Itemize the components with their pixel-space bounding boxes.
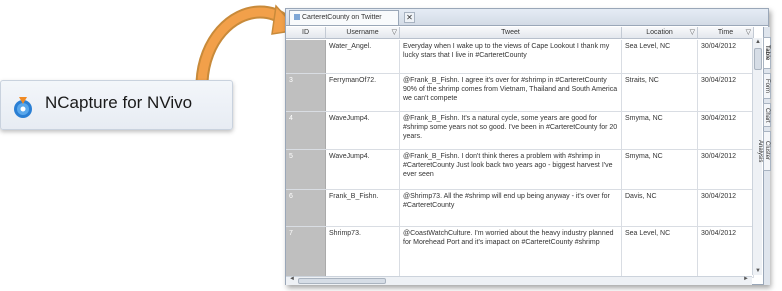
cell-location[interactable]: Smyma, NC <box>622 112 698 149</box>
column-header-username-label: Username <box>346 29 379 36</box>
column-header-id[interactable]: ID <box>286 27 326 39</box>
ncapture-icon <box>14 97 32 118</box>
filter-icon[interactable]: ▽ <box>392 27 397 39</box>
column-header-time-label: Time <box>717 29 734 36</box>
table-row[interactable]: 6 Frank_B_Fishn. @Shrimp73. All the #shrim… <box>286 190 754 227</box>
filter-icon[interactable]: ▽ <box>746 27 751 39</box>
cell-tweet[interactable]: Everyday when I wake up to the views of … <box>400 40 622 73</box>
cell-id[interactable]: 6 <box>286 190 326 226</box>
tab-carteret-county-twitter[interactable]: CarteretCounty on Twitter <box>289 10 399 25</box>
table-row[interactable]: 5 WaveJump4. @Frank_B_Fishn. I don't think… <box>286 150 754 190</box>
dataset-grid: ID Username ▽ Tweet Location ▽ Time ▽ Water… <box>286 27 754 278</box>
cell-username[interactable]: WaveJump4. <box>326 112 400 149</box>
cell-id[interactable]: 7 <box>286 227 326 277</box>
cell-id[interactable]: 4 <box>286 112 326 149</box>
cell-username[interactable]: Frank_B_Fishn. <box>326 190 400 226</box>
horizontal-scrollbar[interactable]: ◄ ► <box>286 276 752 285</box>
cell-id[interactable]: 3 <box>286 74 326 111</box>
cell-username[interactable]: Water_Angel. <box>326 40 400 73</box>
cell-location[interactable]: Davis, NC <box>622 190 698 226</box>
cell-time[interactable]: 30/04/2012 <box>698 190 754 226</box>
screenshot-stage: NCapture for NVivo CarteretCounty on Twi… <box>0 0 782 291</box>
cell-location[interactable]: Sea Level, NC <box>622 40 698 73</box>
curved-arrow-icon <box>195 4 300 89</box>
column-header-location-label: Location <box>646 29 673 36</box>
cell-tweet[interactable]: @Frank_B_Fishn. It's a natural cycle, so… <box>400 112 622 149</box>
cell-tweet[interactable]: @CoastWatchCulture. I'm worried about th… <box>400 227 622 277</box>
table-row[interactable]: 4 WaveJump4. @Frank_B_Fishn. It's a natura… <box>286 112 754 150</box>
document-tab-bar: CarteretCounty on Twitter ✕ <box>286 9 768 26</box>
cell-time[interactable]: 30/04/2012 <box>698 112 754 149</box>
scroll-left-icon[interactable]: ◄ <box>289 276 295 282</box>
cell-username[interactable]: WaveJump4. <box>326 150 400 189</box>
cell-tweet[interactable]: @Frank_B_Fishn. I agree it's over for #s… <box>400 74 622 111</box>
tab-label: CarteretCounty on Twitter <box>302 14 382 21</box>
scroll-down-icon[interactable]: ▼ <box>754 268 762 274</box>
table-row[interactable]: Water_Angel. Everyday when I wake up to t… <box>286 40 754 74</box>
cell-tweet[interactable]: @Shrimp73. All the #shrimp will end up b… <box>400 190 622 226</box>
side-tab-chart[interactable]: Chart <box>763 103 771 127</box>
cell-username[interactable]: FerrymanOf72. <box>326 74 400 111</box>
side-tab-form[interactable]: Form <box>763 73 771 99</box>
cell-username[interactable]: Shrimp73. <box>326 227 400 277</box>
table-row[interactable]: 3 FerrymanOf72. @Frank_B_Fishn. I agree it… <box>286 74 754 112</box>
ncapture-label: NCapture for NVivo <box>45 93 193 112</box>
cell-time[interactable]: 30/04/2012 <box>698 40 754 73</box>
side-tab-table[interactable]: Table <box>763 37 771 69</box>
column-header-tweet-label: Tweet <box>501 29 520 36</box>
scroll-thumb[interactable] <box>298 278 386 284</box>
column-header-location[interactable]: Location ▽ <box>622 27 698 39</box>
cell-tweet[interactable]: @Frank_B_Fishn. I don't think theres a p… <box>400 150 622 189</box>
column-header-time[interactable]: Time ▽ <box>698 27 754 39</box>
ncapture-button[interactable]: NCapture for NVivo <box>0 80 233 130</box>
cell-time[interactable]: 30/04/2012 <box>698 150 754 189</box>
scroll-right-icon[interactable]: ► <box>743 276 749 282</box>
scroll-up-icon[interactable]: ▲ <box>754 39 762 45</box>
cell-location[interactable]: Sea Level, NC <box>622 227 698 277</box>
dataset-icon <box>294 14 300 20</box>
column-header-tweet[interactable]: Tweet <box>400 27 622 39</box>
view-tabs: Table Form Chart Cluster Analysis <box>757 27 771 285</box>
cell-time[interactable]: 30/04/2012 <box>698 74 754 111</box>
filter-icon[interactable]: ▽ <box>690 27 695 39</box>
dataset-window: CarteretCounty on Twitter ✕ ID Username ▽… <box>285 8 771 285</box>
cell-location[interactable]: Smyma, NC <box>622 150 698 189</box>
close-icon[interactable]: ✕ <box>404 12 415 23</box>
column-header-id-label: ID <box>302 29 309 36</box>
cell-id[interactable]: 5 <box>286 150 326 189</box>
table-row[interactable]: 7 Shrimp73. @CoastWatchCulture. I'm worrie… <box>286 227 754 278</box>
scroll-thumb[interactable] <box>754 48 762 70</box>
cell-id[interactable] <box>286 40 326 73</box>
side-tab-cluster-analysis[interactable]: Cluster Analysis <box>757 131 771 171</box>
cell-location[interactable]: Straits, NC <box>622 74 698 111</box>
column-header-username[interactable]: Username ▽ <box>326 27 400 39</box>
cell-time[interactable]: 30/04/2012 <box>698 227 754 277</box>
